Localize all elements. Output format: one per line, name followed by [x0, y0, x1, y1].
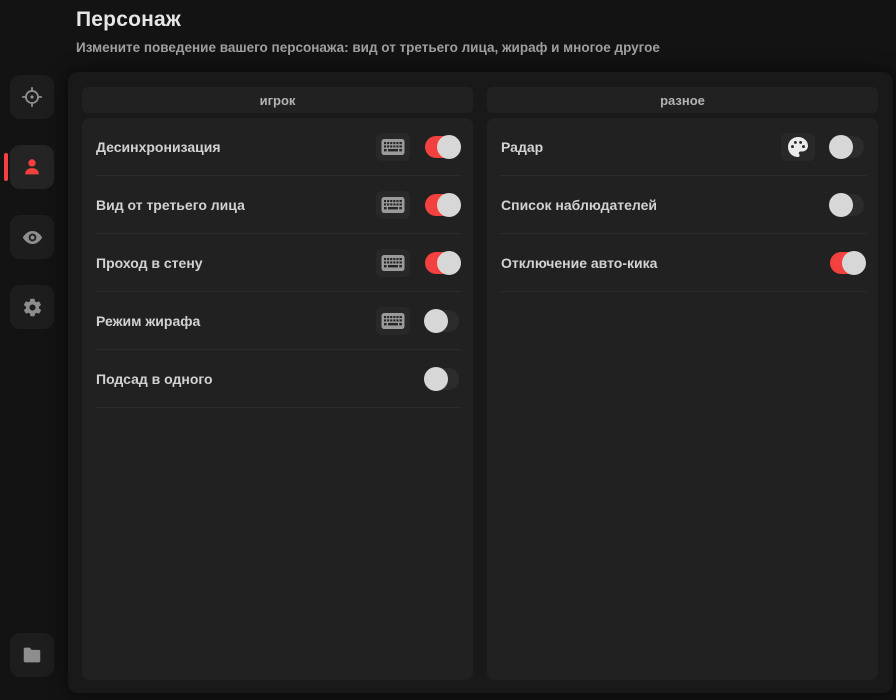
setting-label: Проход в стену	[96, 255, 361, 271]
toggle-switch[interactable]	[425, 194, 459, 216]
setting-label: Десинхронизация	[96, 139, 361, 155]
settings-card-player: Десинхронизация Вид от третьего лица Прохо…	[82, 118, 473, 680]
setting-row: Отключение авто-кика	[487, 234, 878, 292]
setting-row: Вид от третьего лица	[82, 176, 473, 234]
setting-label: Радар	[501, 139, 766, 155]
crosshair-icon	[21, 86, 43, 108]
page-subtitle: Измените поведение вашего персонажа: вид…	[76, 40, 660, 55]
folder-icon	[21, 644, 43, 666]
eye-icon	[21, 226, 44, 249]
toggle-knob	[424, 367, 448, 391]
section-header: разное	[487, 87, 878, 113]
section-header: игрок	[82, 87, 473, 113]
sidebar-item-files[interactable]	[10, 633, 54, 677]
toggle-knob	[842, 251, 866, 275]
keyboard-icon	[381, 254, 405, 272]
keybind-button[interactable]	[376, 307, 410, 335]
setting-row: Радар	[487, 118, 878, 176]
toggle-knob	[424, 309, 448, 333]
toggle-knob	[829, 193, 853, 217]
setting-label: Вид от третьего лица	[96, 197, 361, 213]
sidebar-item-settings[interactable]	[10, 285, 54, 329]
toggle-knob	[829, 135, 853, 159]
setting-row: Режим жирафа	[82, 292, 473, 350]
section-misc: разное Радар Список наблюдателей Отключени…	[487, 87, 878, 680]
keyboard-icon	[381, 196, 405, 214]
setting-label: Список наблюдателей	[501, 197, 815, 213]
toggle-switch[interactable]	[830, 252, 864, 274]
toggle-switch[interactable]	[425, 136, 459, 158]
section-player: игрок Десинхронизация Вид от третьего лиц…	[82, 87, 473, 680]
keyboard-icon	[381, 138, 405, 156]
toggle-switch[interactable]	[830, 194, 864, 216]
toggle-switch[interactable]	[425, 310, 459, 332]
toggle-knob	[437, 135, 461, 159]
sidebar-item-aim[interactable]	[10, 75, 54, 119]
toggle-switch[interactable]	[830, 136, 864, 158]
setting-label: Подсад в одного	[96, 371, 410, 387]
keybind-button[interactable]	[376, 249, 410, 277]
settings-card-misc: Радар Список наблюдателей Отключение авто-…	[487, 118, 878, 680]
section-header-label: игрок	[260, 93, 296, 108]
color-picker-button[interactable]	[781, 133, 815, 161]
sidebar	[0, 0, 68, 700]
person-icon	[21, 156, 43, 178]
keybind-button[interactable]	[376, 191, 410, 219]
active-tab-indicator	[4, 153, 8, 181]
section-header-label: разное	[660, 93, 705, 108]
sidebar-item-character[interactable]	[10, 145, 54, 189]
main-panel: игрок Десинхронизация Вид от третьего лиц…	[68, 72, 893, 693]
setting-label: Режим жирафа	[96, 313, 361, 329]
toggle-switch[interactable]	[425, 252, 459, 274]
toggle-knob	[437, 193, 461, 217]
setting-row: Подсад в одного	[82, 350, 473, 408]
page-title: Персонаж	[76, 8, 181, 32]
keybind-button[interactable]	[376, 133, 410, 161]
sidebar-item-visuals[interactable]	[10, 215, 54, 259]
palette-icon	[786, 135, 810, 159]
setting-row: Проход в стену	[82, 234, 473, 292]
setting-row: Список наблюдателей	[487, 176, 878, 234]
gear-icon	[22, 297, 43, 318]
keyboard-icon	[381, 312, 405, 330]
setting-row: Десинхронизация	[82, 118, 473, 176]
toggle-switch[interactable]	[425, 368, 459, 390]
toggle-knob	[437, 251, 461, 275]
setting-label: Отключение авто-кика	[501, 255, 815, 271]
